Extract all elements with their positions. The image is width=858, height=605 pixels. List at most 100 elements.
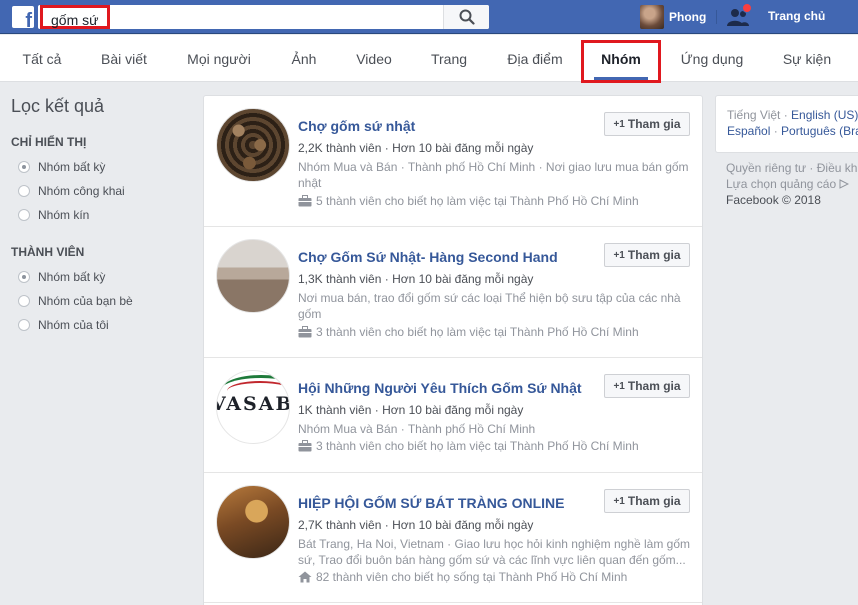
profile-link[interactable]: Phong: [640, 5, 706, 29]
join-group-button[interactable]: +1 Tham gia: [604, 374, 690, 398]
group-title-link[interactable]: Chợ gốm sứ nhật: [298, 118, 415, 134]
tab-label: Sự kiện: [782, 51, 832, 67]
filter-option-my-groups[interactable]: Nhóm của tôi: [11, 313, 191, 337]
result-item: Chợ gốm sứ nhật 2,2K thành viên · Hơn 10…: [204, 96, 702, 227]
add-icon: +1: [613, 380, 625, 392]
privacy-link[interactable]: Quyền riêng tư: [726, 161, 806, 175]
group-social-context: 3 thành viên cho biết họ làm việc tại Th…: [298, 325, 639, 339]
social-context-text: 82 thành viên cho biết họ sống tại Thành…: [316, 570, 628, 584]
logo-text: VASABI: [217, 393, 289, 415]
radio-selected[interactable]: [18, 271, 30, 283]
tab-label: Trang: [430, 51, 468, 67]
language-selector: Tiếng Việt · English (US) Español · Port…: [715, 95, 858, 153]
tab-label: Ảnh: [291, 51, 317, 67]
join-group-button[interactable]: +1 Tham gia: [604, 112, 690, 136]
tab-pages[interactable]: Trang: [418, 35, 480, 82]
profile-name: Phong: [669, 10, 707, 24]
briefcase-icon: [298, 326, 312, 338]
house-icon: [298, 571, 312, 583]
filter-title: Lọc kết quả: [11, 96, 105, 116]
member-count: 2,7K thành viên: [298, 518, 382, 532]
filter-option-public-group[interactable]: Nhóm công khai: [11, 179, 191, 203]
group-description: Nhóm Mua và Bán · Thành phố Hồ Chí Minh …: [298, 160, 689, 190]
group-cover-photo[interactable]: [216, 239, 290, 313]
nav-divider: [716, 10, 717, 24]
tab-all[interactable]: Tất cả: [10, 35, 74, 82]
language-link-portuguese[interactable]: Português (Bra: [781, 124, 858, 138]
group-stats: 2,2K thành viên · Hơn 10 bài đăng mỗi ng…: [298, 141, 534, 155]
group-title-link[interactable]: HIỆP HỘI GỐM SỨ BÁT TRÀNG ONLINE: [298, 495, 564, 511]
option-label: Nhóm của tôi: [38, 318, 109, 332]
language-link-spanish[interactable]: Español: [727, 124, 770, 138]
join-group-button[interactable]: +1 Tham gia: [604, 243, 690, 267]
search-filter-tabs: Tất cả Bài viết Mọi người Ảnh Video Tran…: [0, 35, 858, 83]
search-input[interactable]: gốm sứ: [40, 5, 110, 29]
join-label: Tham gia: [627, 494, 681, 508]
radio[interactable]: [18, 295, 30, 307]
member-count: 1,3K thành viên: [298, 272, 382, 286]
group-cover-photo[interactable]: [216, 485, 290, 559]
post-frequency: Hơn 10 bài đăng mỗi ngày: [392, 518, 534, 532]
join-label: Tham gia: [627, 379, 681, 393]
ad-choices-link[interactable]: Lựa chọn quảng cáo: [726, 177, 836, 191]
language-link-english[interactable]: English (US): [791, 108, 858, 122]
group-social-context: 5 thành viên cho biết họ làm việc tại Th…: [298, 194, 639, 208]
tab-apps[interactable]: Ứng dụng: [670, 35, 754, 82]
group-cover-photo[interactable]: [216, 108, 290, 182]
filter-option-closed-group[interactable]: Nhóm kín: [11, 203, 191, 227]
tab-label: Bài viết: [101, 51, 147, 67]
search-box[interactable]: gốm sứ: [38, 5, 489, 29]
group-stats: 1K thành viên · Hơn 10 bài đăng mỗi ngày: [298, 403, 524, 417]
tab-events[interactable]: Sự kiện: [770, 35, 844, 82]
filter-option-any-group[interactable]: Nhóm bất kỳ: [11, 155, 191, 179]
tab-posts[interactable]: Bài viết: [88, 35, 160, 82]
tab-label: Video: [356, 51, 392, 67]
post-frequency: Hơn 10 bài đăng mỗi ngày: [382, 403, 524, 417]
social-context-text: 3 thành viên cho biết họ làm việc tại Th…: [316, 439, 639, 453]
option-label: Nhóm bất kỳ: [38, 270, 106, 284]
group-stats: 2,7K thành viên · Hơn 10 bài đăng mỗi ng…: [298, 518, 534, 532]
notification-badge: [742, 3, 752, 13]
home-link[interactable]: Trang chủ: [768, 9, 825, 23]
facebook-logo-icon[interactable]: f: [12, 6, 34, 28]
tab-videos[interactable]: Video: [343, 35, 405, 82]
option-label: Nhóm bất kỳ: [38, 160, 106, 174]
radio[interactable]: [18, 209, 30, 221]
tab-places[interactable]: Địa điểm: [496, 35, 574, 82]
tab-label: Ứng dụng: [680, 51, 744, 67]
social-context-text: 5 thành viên cho biết họ làm việc tại Th…: [316, 194, 639, 208]
option-label: Nhóm kín: [38, 208, 90, 222]
result-item: HIỆP HỘI GỐM SỨ BÁT TRÀNG ONLINE 2,7K th…: [204, 473, 702, 603]
join-label: Tham gia: [627, 248, 681, 262]
tab-label: Mọi người: [187, 51, 251, 67]
post-frequency: Hơn 10 bài đăng mỗi ngày: [392, 272, 534, 286]
member-count: 2,2K thành viên: [298, 141, 382, 155]
members-heading: THÀNH VIÊN: [11, 245, 85, 259]
tab-photos[interactable]: Ảnh: [278, 35, 330, 82]
group-cover-photo[interactable]: VASABI: [216, 370, 290, 444]
tab-groups[interactable]: Nhóm: [581, 35, 661, 83]
highlight-box: [581, 40, 661, 83]
show-only-heading: CHỈ HIỂN THỊ: [11, 135, 87, 149]
facebook-logo-letter: f: [25, 10, 32, 28]
radio[interactable]: [18, 185, 30, 197]
ad-choices-row: Lựa chọn quảng cáo: [726, 177, 850, 191]
radio-selected[interactable]: [18, 161, 30, 173]
search-icon: [459, 9, 475, 25]
group-title-link[interactable]: Chợ Gốm Sứ Nhật- Hàng Second Hand: [298, 249, 558, 265]
social-context-text: 3 thành viên cho biết họ làm việc tại Th…: [316, 325, 639, 339]
current-language: Tiếng Việt: [727, 108, 781, 122]
tab-people[interactable]: Mọi người: [175, 35, 263, 82]
terms-link[interactable]: Điều kh: [817, 161, 858, 175]
group-title-link[interactable]: Hội Những Người Yêu Thích Gốm Sứ Nhật: [298, 380, 582, 396]
add-icon: +1: [613, 118, 625, 130]
radio[interactable]: [18, 319, 30, 331]
briefcase-icon: [298, 195, 312, 207]
copyright: Facebook © 2018: [726, 193, 821, 207]
filter-panel: Lọc kết quả CHỈ HIỂN THỊ Nhóm bất kỳ Nhó…: [11, 96, 191, 337]
search-button[interactable]: [443, 5, 489, 29]
top-navigation-bar: f gốm sứ Phong Trang chủ: [0, 0, 858, 34]
join-group-button[interactable]: +1 Tham gia: [604, 489, 690, 513]
filter-option-any-membership[interactable]: Nhóm bất kỳ: [11, 265, 191, 289]
filter-option-friends-groups[interactable]: Nhóm của bạn bè: [11, 289, 191, 313]
